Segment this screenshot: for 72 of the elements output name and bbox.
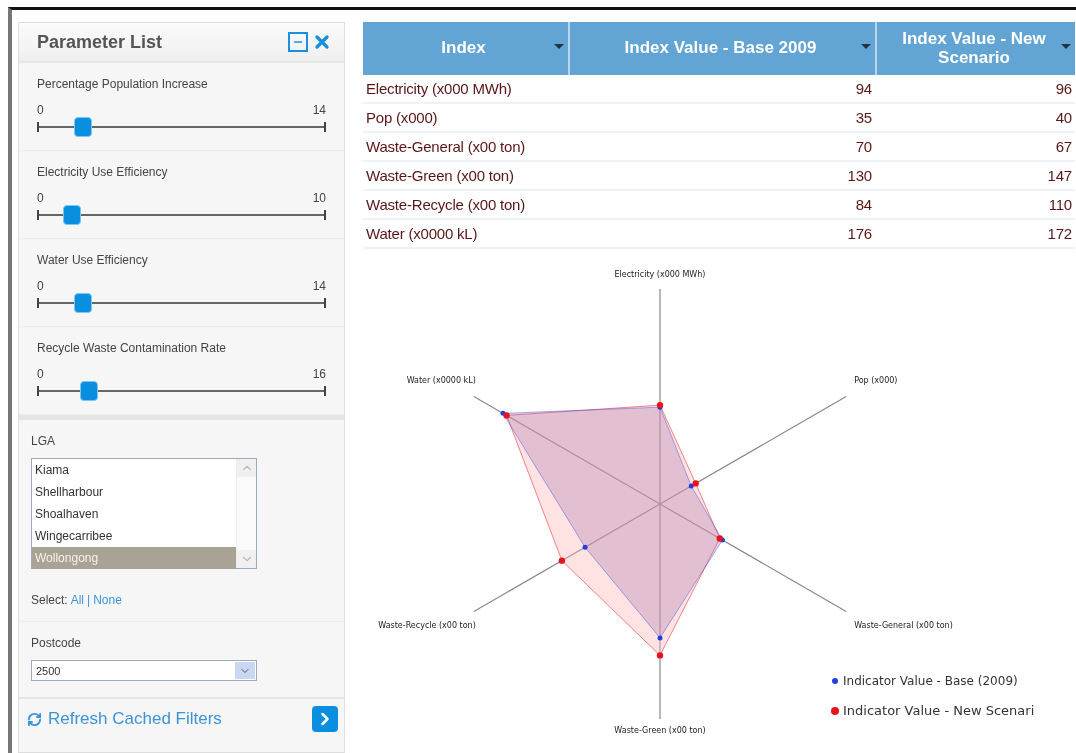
column-header[interactable]: Index Value - Base 2009 xyxy=(568,22,875,75)
data-point xyxy=(582,544,588,550)
table-cell: 84 xyxy=(568,191,875,220)
table-cell: Waste-General (x00 ton) xyxy=(363,133,568,162)
link-separator: | xyxy=(87,593,91,607)
slider-thumb[interactable] xyxy=(74,117,93,137)
refresh-link[interactable]: Refresh Cached Filters xyxy=(48,709,306,729)
table-cell: Waste-Green (x00 ton) xyxy=(363,162,568,191)
legend-label: Indicator Value - New Scenari xyxy=(843,703,1035,718)
axis-label: Pop (x000) xyxy=(854,375,898,385)
lga-label: LGA xyxy=(31,434,56,448)
table-cell: 70 xyxy=(568,133,875,162)
data-point xyxy=(558,557,566,564)
data-point xyxy=(656,652,664,659)
data-point xyxy=(657,635,663,641)
slider-label: Percentage Population Increase xyxy=(37,77,209,91)
table-cell: 130 xyxy=(568,162,875,191)
legend-label: Indicator Value - Base (2009) xyxy=(843,674,1018,688)
table-cell: 67 xyxy=(875,133,1075,162)
sort-caret-icon[interactable] xyxy=(1061,44,1071,49)
select-label: Select: xyxy=(31,593,68,607)
table-cell: 110 xyxy=(875,191,1075,220)
slider-thumb[interactable] xyxy=(74,293,93,313)
slider-thumb[interactable] xyxy=(80,381,98,401)
list-item[interactable]: Shoalhaven xyxy=(32,503,236,525)
slider-track[interactable] xyxy=(37,292,326,314)
refresh-icon[interactable] xyxy=(27,711,42,727)
table-cell: Pop (x000) xyxy=(363,104,568,133)
slider-min-value: 0 xyxy=(37,103,44,117)
slider-max-value: 16 xyxy=(312,367,326,381)
slider-min-value: 0 xyxy=(37,367,44,381)
select-none-link[interactable]: None xyxy=(93,593,122,607)
postcode-label: Postcode xyxy=(31,636,83,650)
lga-list[interactable]: Kiama Shellharbour Shoalhaven Wingecarribee Wollongong xyxy=(31,458,257,569)
slider-max-value: 10 xyxy=(312,191,326,205)
list-item[interactable]: Kiama xyxy=(32,459,236,481)
table-cell: Waste-Recycle (x00 ton) xyxy=(363,191,568,220)
table-cell: 96 xyxy=(875,75,1075,104)
table-cell: 40 xyxy=(875,104,1075,133)
slider-max-value: 14 xyxy=(312,279,326,293)
table-cell: 147 xyxy=(875,162,1075,191)
postcode-dropdown[interactable]: 2500 xyxy=(31,660,257,681)
axis-label: Waste-Recycle (x00 ton) xyxy=(378,620,476,630)
slider-label: Electricity Use Efficiency xyxy=(37,165,169,179)
table-cell: 172 xyxy=(875,220,1075,249)
table-cell: Water (x0000 kL) xyxy=(363,220,568,249)
column-header[interactable]: Index Value - New Scenario xyxy=(875,22,1075,75)
list-item[interactable]: Wollongong xyxy=(32,547,236,569)
axis-label: Waste-General (x00 ton) xyxy=(854,620,953,630)
slider-min-value: 0 xyxy=(37,279,44,293)
slider-track[interactable] xyxy=(37,380,326,402)
chevron-down-icon[interactable] xyxy=(235,662,255,679)
table-cell: Electricity (x000 MWh) xyxy=(363,75,568,104)
slider-track[interactable] xyxy=(37,116,326,138)
slider-max-value: 14 xyxy=(312,103,326,117)
list-item[interactable]: Shellharbour xyxy=(32,481,236,503)
slider-label: Recycle Waste Contamination Rate xyxy=(37,341,227,355)
table-cell: 35 xyxy=(568,104,875,133)
slider-track[interactable] xyxy=(37,204,326,226)
table-cell: 94 xyxy=(568,75,875,104)
close-button[interactable] xyxy=(312,32,332,52)
axis-label: Water (x0000 kL) xyxy=(406,375,476,385)
axis-label: Waste-Green (x00 ton) xyxy=(614,726,706,735)
select-all-link[interactable]: All xyxy=(70,593,85,607)
slider-thumb[interactable] xyxy=(62,205,81,225)
panel-title: Parameter List xyxy=(37,31,164,53)
column-header[interactable]: Index xyxy=(363,22,568,75)
slider-label: Water Use Efficiency xyxy=(37,253,149,267)
axis-label: Electricity (x000 MWh) xyxy=(614,270,706,279)
list-item[interactable]: Wingecarribee xyxy=(32,525,236,547)
table-cell: 176 xyxy=(568,220,875,249)
slider-min-value: 0 xyxy=(37,191,44,205)
